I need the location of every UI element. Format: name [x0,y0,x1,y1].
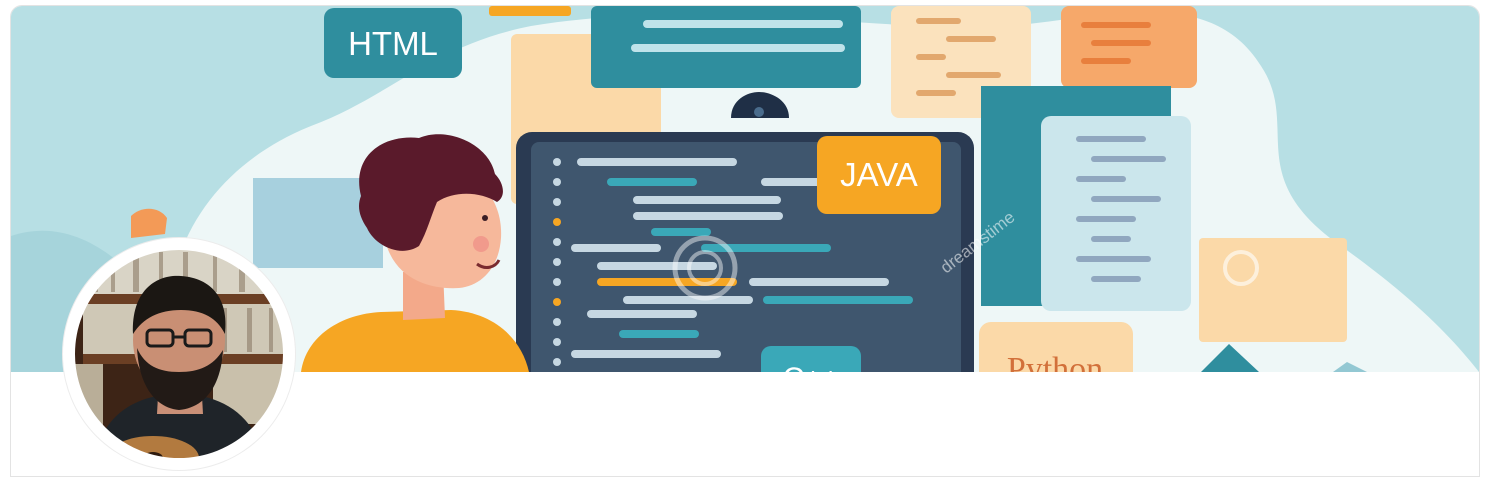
python-badge-label: Python [1007,351,1103,372]
html-badge-label: HTML [348,25,438,62]
java-badge-label: JAVA [840,156,918,193]
profile-avatar[interactable] [63,238,295,470]
cpp-badge-label: C++ [783,362,840,372]
avatar-photo [67,242,291,466]
profile-card: HTML dreamstime JAVA Python [10,5,1480,477]
